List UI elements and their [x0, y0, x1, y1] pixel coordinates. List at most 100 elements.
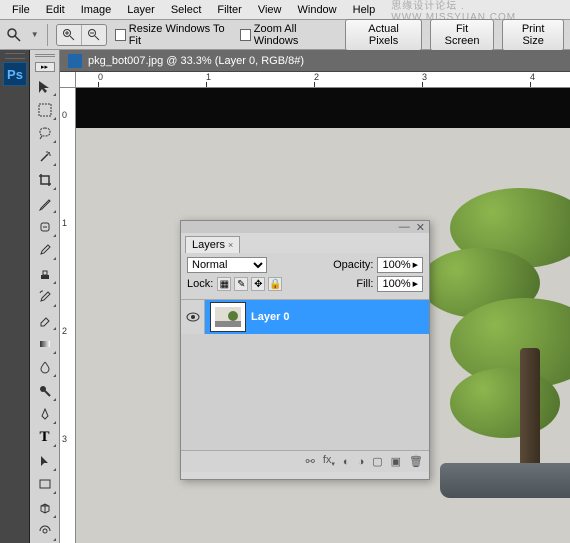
panel-tabbar: Layers × — [181, 233, 429, 253]
healing-brush-tool[interactable] — [33, 216, 57, 237]
clone-stamp-tool[interactable] — [33, 263, 57, 284]
zoom-out-button[interactable] — [82, 25, 106, 45]
tab-layers[interactable]: Layers × — [185, 236, 240, 253]
fit-screen-button[interactable]: Fit Screen — [430, 19, 495, 51]
actual-pixels-button[interactable]: Actual Pixels — [345, 19, 421, 51]
layer-list: Layer 0 — [181, 300, 429, 450]
file-icon — [68, 54, 82, 68]
layer-controls: Normal Opacity: 100%▶ Lock: ▦ ✎ ✥ 🔒 Fill… — [181, 253, 429, 300]
layer-name[interactable]: Layer 0 — [251, 311, 290, 323]
type-tool[interactable]: T — [33, 427, 57, 448]
fill-input[interactable]: 100%▶ — [377, 276, 423, 292]
menu-file[interactable]: File — [4, 2, 38, 18]
lasso-tool[interactable] — [33, 123, 57, 144]
3d-tool[interactable] — [33, 497, 57, 518]
menu-edit[interactable]: Edit — [38, 2, 73, 18]
layer-row[interactable]: Layer 0 — [181, 300, 429, 334]
opacity-value: 100% — [382, 259, 410, 271]
eraser-tool[interactable] — [33, 310, 57, 331]
ruler-tick: 2 — [314, 72, 319, 82]
photoshop-logo-icon[interactable]: Ps — [3, 62, 27, 86]
zoom-mode-group — [56, 24, 107, 46]
ruler-tick: 4 — [530, 72, 535, 82]
ruler-origin[interactable] — [60, 72, 76, 88]
layer-mask-icon[interactable]: ◐ — [343, 456, 350, 468]
fill-label: Fill: — [356, 278, 373, 290]
checkbox-box — [240, 29, 251, 41]
zoom-all-checkbox[interactable]: Zoom All Windows — [240, 23, 338, 47]
crop-tool[interactable] — [33, 169, 57, 190]
menu-image[interactable]: Image — [73, 2, 120, 18]
resize-windows-checkbox[interactable]: Resize Windows To Fit — [115, 23, 232, 47]
main-area: Ps ▸▸ T pkg_bot007.jpg @ 33.3% (Layer 0,… — [0, 50, 570, 543]
menu-filter[interactable]: Filter — [209, 2, 249, 18]
resize-windows-label: Resize Windows To Fit — [129, 23, 232, 47]
opacity-label: Opacity: — [333, 259, 373, 271]
ruler-tick: 3 — [62, 434, 67, 444]
adjustment-layer-icon[interactable]: ◑ — [358, 456, 365, 468]
toolbox: ▸▸ T — [30, 50, 60, 543]
lock-all-icon[interactable]: 🔒 — [268, 277, 282, 291]
print-size-button[interactable]: Print Size — [502, 19, 564, 51]
tab-label: Layers — [192, 239, 225, 251]
link-layers-icon[interactable]: ⚯ — [306, 455, 315, 468]
document-title: pkg_bot007.jpg @ 33.3% (Layer 0, RGB/8#) — [88, 55, 304, 67]
canvas-area: pkg_bot007.jpg @ 33.3% (Layer 0, RGB/8#)… — [60, 50, 570, 543]
opacity-input[interactable]: 100%▶ — [377, 257, 423, 273]
marquee-tool[interactable] — [33, 99, 57, 120]
grip-handle[interactable] — [35, 54, 55, 59]
blend-mode-select[interactable]: Normal — [187, 257, 267, 273]
document-tab[interactable]: pkg_bot007.jpg @ 33.3% (Layer 0, RGB/8#) — [60, 50, 570, 72]
dropdown-arrow-icon: ▶ — [413, 261, 418, 269]
dropdown-arrow-icon: ▶ — [413, 280, 418, 288]
ruler-tick: 0 — [98, 72, 103, 82]
lock-buttons: ▦ ✎ ✥ 🔒 — [217, 277, 282, 291]
pen-tool[interactable] — [33, 404, 57, 425]
menu-window[interactable]: Window — [290, 2, 345, 18]
new-layer-icon[interactable]: ▣ — [391, 455, 401, 468]
fill-value: 100% — [382, 278, 410, 290]
dodge-tool[interactable] — [33, 380, 57, 401]
lock-pixels-icon[interactable]: ✎ — [234, 277, 248, 291]
menu-view[interactable]: View — [250, 2, 290, 18]
zoom-tool-icon[interactable] — [6, 26, 23, 44]
lock-transparency-icon[interactable]: ▦ — [217, 277, 231, 291]
layer-style-icon[interactable]: fx▾ — [323, 454, 335, 468]
collapse-toggle[interactable]: ▸▸ — [35, 62, 55, 72]
app-tab-strip: Ps — [0, 50, 30, 543]
magic-wand-tool[interactable] — [33, 146, 57, 167]
close-icon[interactable]: ✕ — [416, 221, 425, 234]
ruler-tick: 1 — [62, 218, 67, 228]
layer-thumbnail[interactable] — [211, 303, 245, 331]
history-brush-tool[interactable] — [33, 287, 57, 308]
eyedropper-tool[interactable] — [33, 193, 57, 214]
move-tool[interactable] — [33, 76, 57, 97]
delete-layer-icon[interactable]: 🗑 — [409, 455, 423, 468]
menu-help[interactable]: Help — [345, 2, 384, 18]
gradient-tool[interactable] — [33, 333, 57, 354]
visibility-toggle[interactable] — [181, 300, 205, 334]
zoom-dropdown-icon[interactable]: ▼ — [31, 30, 39, 39]
ruler-tick: 0 — [62, 110, 67, 120]
camera-tool[interactable] — [33, 521, 57, 542]
layer-group-icon[interactable]: ▢ — [372, 455, 382, 468]
divider — [47, 24, 48, 46]
blur-tool[interactable] — [33, 357, 57, 378]
shape-tool[interactable] — [33, 474, 57, 495]
lock-position-icon[interactable]: ✥ — [251, 277, 265, 291]
ruler-vertical[interactable]: 0 1 2 3 4 — [60, 88, 76, 543]
zoom-in-button[interactable] — [57, 25, 82, 45]
minimize-icon[interactable]: — — [399, 221, 410, 233]
checkbox-box — [115, 29, 126, 41]
brush-tool[interactable] — [33, 240, 57, 261]
ruler-horizontal[interactable]: 0 1 2 3 4 — [76, 72, 570, 88]
layers-panel: — ✕ Layers × Normal Opacity: 100%▶ Lock: — [180, 220, 430, 480]
menu-layer[interactable]: Layer — [119, 2, 163, 18]
grip-handle[interactable] — [5, 53, 25, 59]
tab-close-icon[interactable]: × — [228, 240, 233, 250]
menu-select[interactable]: Select — [163, 2, 210, 18]
path-selection-tool[interactable] — [33, 450, 57, 471]
eye-icon — [186, 312, 200, 322]
options-bar: ▼ Resize Windows To Fit Zoom All Windows… — [0, 20, 570, 50]
panel-titlebar[interactable]: — ✕ — [181, 221, 429, 233]
